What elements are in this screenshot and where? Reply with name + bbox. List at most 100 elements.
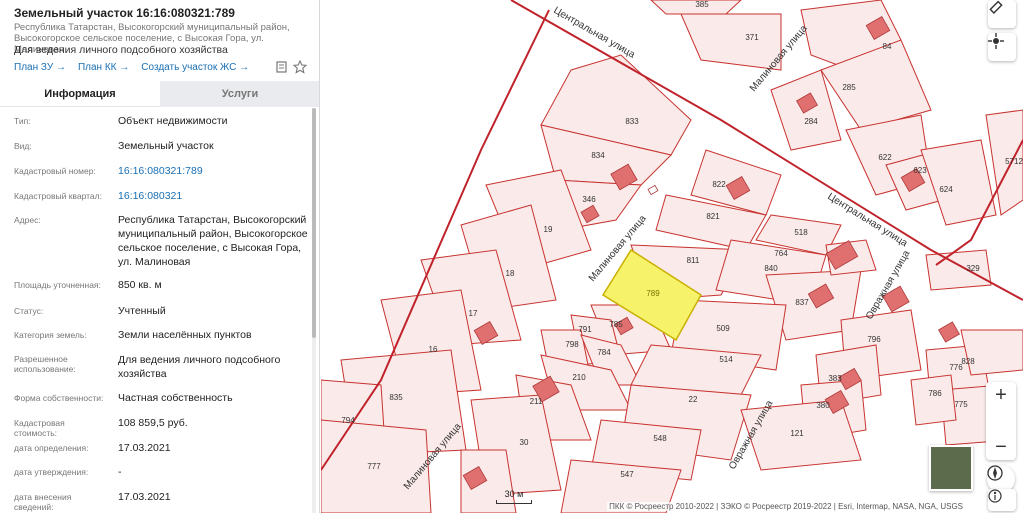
parcel-371 [680, 13, 782, 71]
parcel-label: 17 [469, 309, 478, 318]
row-value: Республика Татарстан, Высокогорский муни… [118, 214, 308, 268]
row-value: 17.03.2021 [118, 491, 171, 503]
row-key: Площадь уточненная: [14, 280, 101, 290]
print-icon[interactable] [275, 60, 289, 74]
parcel-label: 837 [795, 298, 809, 307]
parcel-label: 840 [764, 264, 778, 273]
parcel-label: 789 [646, 289, 660, 298]
row-value: Учтенный [118, 305, 166, 317]
row-value: Объект недвижимости [118, 115, 228, 127]
parcel-label: 784 [597, 348, 611, 357]
parcel-label: 794 [341, 416, 355, 425]
parcel-label: 791 [578, 325, 592, 334]
zoom-out-button[interactable]: − [986, 434, 1016, 460]
parcel-828 [960, 329, 1023, 376]
basemap-switcher[interactable] [929, 445, 973, 491]
row-key: дата внесения сведений: [14, 492, 72, 512]
parcel-label: 811 [687, 256, 700, 265]
scale-bar [496, 500, 532, 504]
row-key: Тип: [14, 116, 31, 126]
info-panel: Земельный участок 16:16:080321:789 Респу… [0, 0, 320, 513]
parcel-label: 514 [719, 355, 733, 364]
locate-button[interactable] [988, 33, 1016, 61]
row-key: дата утверждения: [14, 467, 89, 477]
accessibility-button[interactable] [988, 489, 1016, 511]
row-value: Частная собственность [118, 392, 233, 404]
ruler-icon [989, 0, 1003, 14]
plan-zu-link[interactable]: План ЗУ → [14, 62, 66, 73]
parcel-label: 210 [572, 373, 586, 382]
plan-kk-link[interactable]: План КК → [78, 62, 129, 73]
parcel-label: 380 [816, 401, 830, 410]
row-key: Вид: [14, 141, 32, 151]
row-key: дата определения: [14, 443, 89, 453]
row-key: Кадастровый номер: [14, 166, 96, 176]
cadastral-number-link[interactable]: 16:16:080321:789 [118, 164, 313, 178]
row-key: Форма собственности: [14, 393, 104, 403]
row-key: Разрешенное использование: [14, 354, 76, 374]
parcel-use: Для ведения личного подсобного хозяйства [14, 44, 228, 56]
parcel-label: 786 [928, 389, 942, 398]
parcel-label: 18 [506, 269, 515, 278]
row-value: Земли населённых пунктов [118, 329, 252, 341]
parcel-label: 22 [689, 395, 698, 404]
star-icon[interactable] [293, 60, 307, 74]
tab-info[interactable]: Информация [0, 81, 160, 107]
ruler-button[interactable] [988, 0, 1016, 28]
cadastral-map[interactable]: 385 371 84 285 284 833 834 346 822 821 8… [321, 0, 1023, 513]
parcel-label: 5712 [1005, 157, 1023, 166]
row-value: 17.03.2021 [118, 442, 171, 454]
parcel-label: 121 [790, 429, 804, 438]
parcel-label: 777 [367, 462, 381, 471]
accessibility-icon [988, 489, 1002, 503]
parcel-label: 329 [966, 264, 980, 273]
tab-services[interactable]: Услуги [160, 81, 319, 107]
parcel-label: 834 [591, 151, 605, 160]
parcel-label: 775 [954, 400, 968, 409]
row-value: 108 859,5 руб. [118, 417, 188, 429]
parcel-786 [910, 374, 957, 426]
parcel-label: 822 [712, 180, 726, 189]
row-key: Кадастровая стоимость: [14, 418, 65, 438]
panel-scrollbar[interactable] [312, 108, 316, 513]
building [938, 321, 960, 343]
row-key: Статус: [14, 306, 44, 316]
parcel-label: 346 [582, 195, 596, 204]
scale-label: 30 м [504, 489, 524, 499]
map-scale: 30 м [496, 489, 532, 504]
parcel-label: 835 [389, 393, 403, 402]
zoom-control: + − [986, 382, 1016, 460]
parcel-label: 509 [716, 324, 730, 333]
parcel-label: 16 [429, 345, 438, 354]
parcel-label: 371 [745, 33, 759, 42]
parcel-label: 828 [961, 357, 975, 366]
plan-links: План ЗУ → План КК → Создать участок ЖС → [14, 62, 249, 73]
row-value: 850 кв. м [118, 279, 162, 291]
row-value: Для ведения личного подсобного хозяйства [118, 354, 281, 380]
panel-tabs: Информация Услуги [0, 81, 319, 107]
map-attribution: ПКК © Росреестр 2010-2022 | ЗЭКО © Росре… [607, 502, 965, 511]
parcel-label: 821 [706, 212, 720, 221]
row-key: Категория земель: [14, 330, 87, 340]
parcel-label: 547 [620, 470, 634, 479]
parcel-label: 19 [544, 225, 553, 234]
parcel-label: 383 [828, 374, 842, 383]
parcel-label: 624 [939, 185, 953, 194]
parcel-label: 548 [653, 434, 667, 443]
map-canvas[interactable]: 385 371 84 285 284 833 834 346 822 821 8… [321, 0, 1023, 513]
parcel-label: 623 [913, 166, 927, 175]
parcel-label: 30 [520, 438, 529, 447]
cadastral-quarter-link[interactable]: 16:16:080321 [118, 189, 313, 203]
zoom-in-button[interactable]: + [986, 382, 1016, 408]
parcel-329 [925, 249, 992, 291]
street-label-central-top: Центральная улица [552, 5, 638, 61]
parcel-label: 764 [774, 249, 788, 258]
building [647, 184, 659, 196]
parcel-title: Земельный участок 16:16:080321:789 [14, 6, 235, 20]
parcel-label: 518 [794, 228, 808, 237]
parcel-label: 84 [883, 42, 892, 51]
parcel-label: 622 [878, 153, 892, 162]
parcel-label: 785 [609, 320, 623, 329]
parcel-label: 211 [530, 397, 543, 406]
create-zhs-link[interactable]: Создать участок ЖС → [141, 62, 249, 73]
